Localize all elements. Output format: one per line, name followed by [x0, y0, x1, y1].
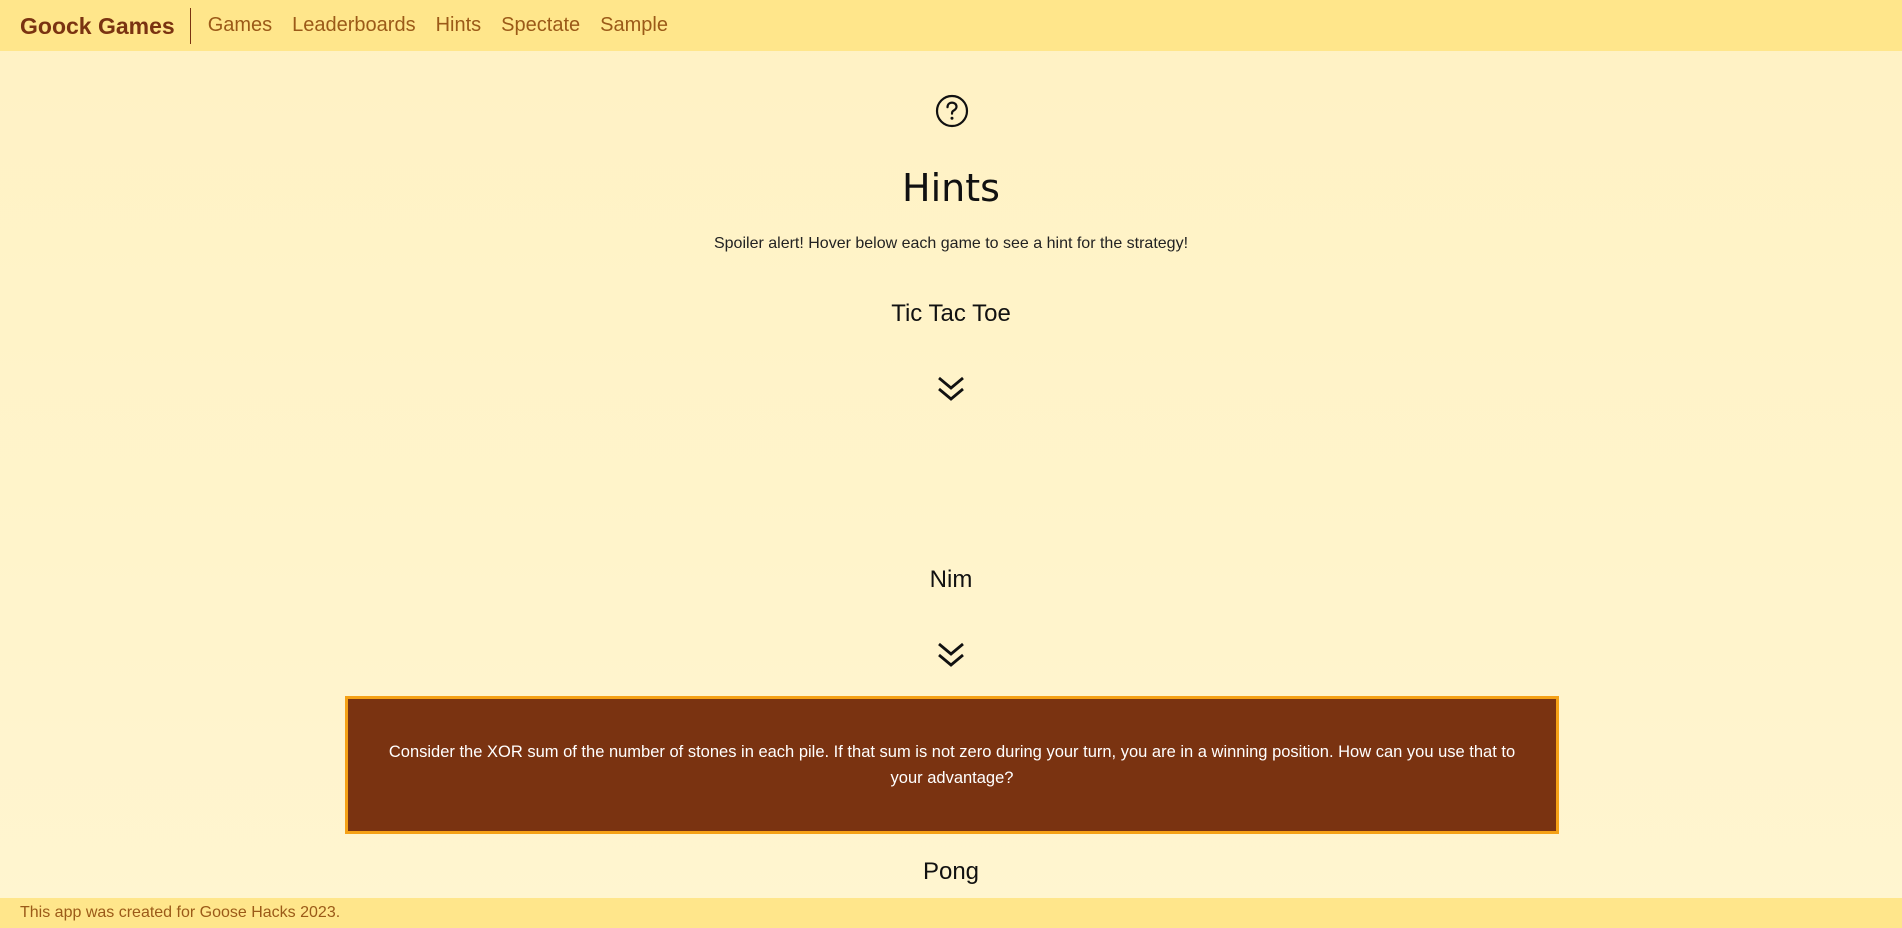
- nav-link-leaderboards[interactable]: Leaderboards: [292, 14, 415, 37]
- double-chevron-down-icon[interactable]: [936, 640, 966, 670]
- page-subtitle: Spoiler alert! Hover below each game to …: [713, 235, 1189, 252]
- footer-text: This app was created for Goose Hacks 202…: [20, 904, 341, 921]
- game-title-tic-tac-toe: Tic Tac Toe: [891, 300, 1011, 327]
- navbar: Goock Games Games Leaderboards Hints Spe…: [0, 0, 1902, 51]
- nav-link-games[interactable]: Games: [208, 14, 272, 37]
- footer: This app was created for Goose Hacks 202…: [0, 898, 1902, 928]
- hint-box-nim: Consider the XOR sum of the number of st…: [345, 696, 1559, 834]
- brand-link[interactable]: Goock Games: [20, 7, 191, 44]
- game-title-nim: Nim: [929, 566, 973, 593]
- hint-text: Consider the XOR sum of the number of st…: [388, 743, 1516, 787]
- nav-link-hints[interactable]: Hints: [436, 14, 482, 37]
- question-circle-icon: [935, 94, 969, 128]
- double-chevron-down-icon[interactable]: [936, 374, 966, 404]
- nav-link-spectate[interactable]: Spectate: [501, 14, 580, 37]
- page-title: Hints: [902, 166, 1000, 210]
- nav-link-sample[interactable]: Sample: [600, 14, 668, 37]
- game-title-pong: Pong: [922, 858, 980, 885]
